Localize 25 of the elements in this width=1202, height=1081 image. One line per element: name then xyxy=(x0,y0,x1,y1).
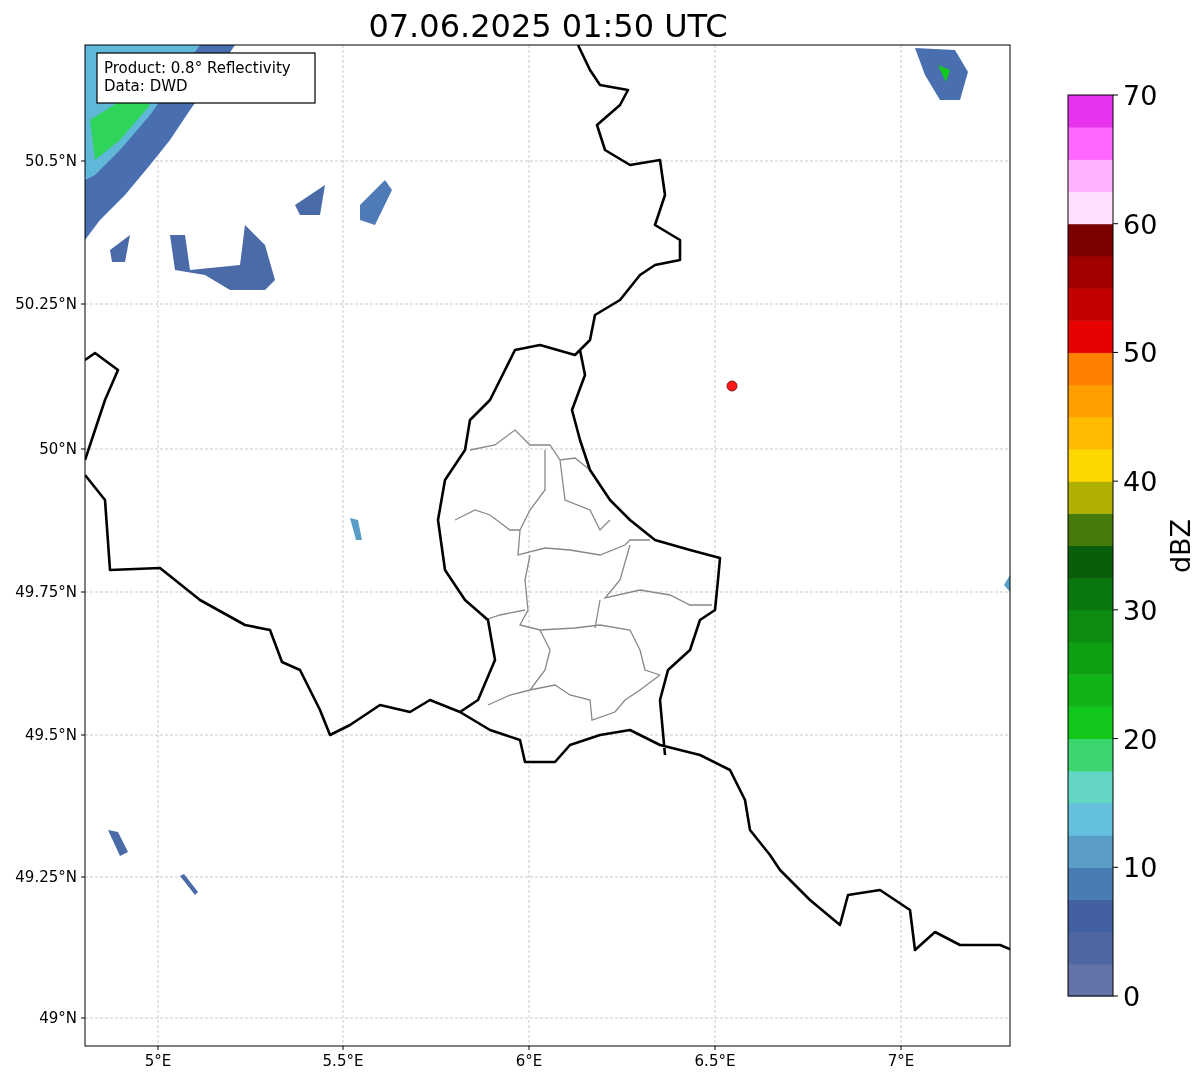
colorbar-tick-label: 70 xyxy=(1123,80,1158,111)
longitude-label: 6°E xyxy=(515,1052,543,1070)
chart-title: 07.06.2025 01:50 UTC xyxy=(368,7,728,45)
colorbar-tick-label: 20 xyxy=(1123,723,1158,755)
latitude-label: 49.75°N xyxy=(15,583,77,601)
colorbar-tick-label: 40 xyxy=(1123,466,1158,498)
colorbar-tick-label: 10 xyxy=(1123,852,1158,884)
latitude-label: 49.25°N xyxy=(15,868,77,886)
info-text: Product: 0.8° Reflectivity xyxy=(104,59,291,77)
latitude-label: 50.25°N xyxy=(15,295,77,313)
longitude-label: 7°E xyxy=(887,1052,915,1070)
latitude-label: 50°N xyxy=(39,440,77,458)
location-marker-icon xyxy=(726,380,738,392)
colorbar-tick-label: 30 xyxy=(1123,594,1158,626)
latitude-label: 50.5°N xyxy=(24,152,77,170)
colorbar-tick-label: 60 xyxy=(1123,208,1158,240)
colorbar-tick-label: 50 xyxy=(1123,337,1158,369)
longitude-label: 5.5°E xyxy=(322,1052,364,1070)
info-text: Data: DWD xyxy=(104,77,188,95)
longitude-label: 5°E xyxy=(144,1052,172,1070)
longitude-label: 6.5°E xyxy=(694,1052,736,1070)
colorbar-label: dBZ xyxy=(1165,518,1196,574)
latitude-label: 49.5°N xyxy=(24,726,77,744)
latitude-label: 49°N xyxy=(39,1009,77,1027)
colorbar-tick-label: 0 xyxy=(1123,981,1141,1012)
